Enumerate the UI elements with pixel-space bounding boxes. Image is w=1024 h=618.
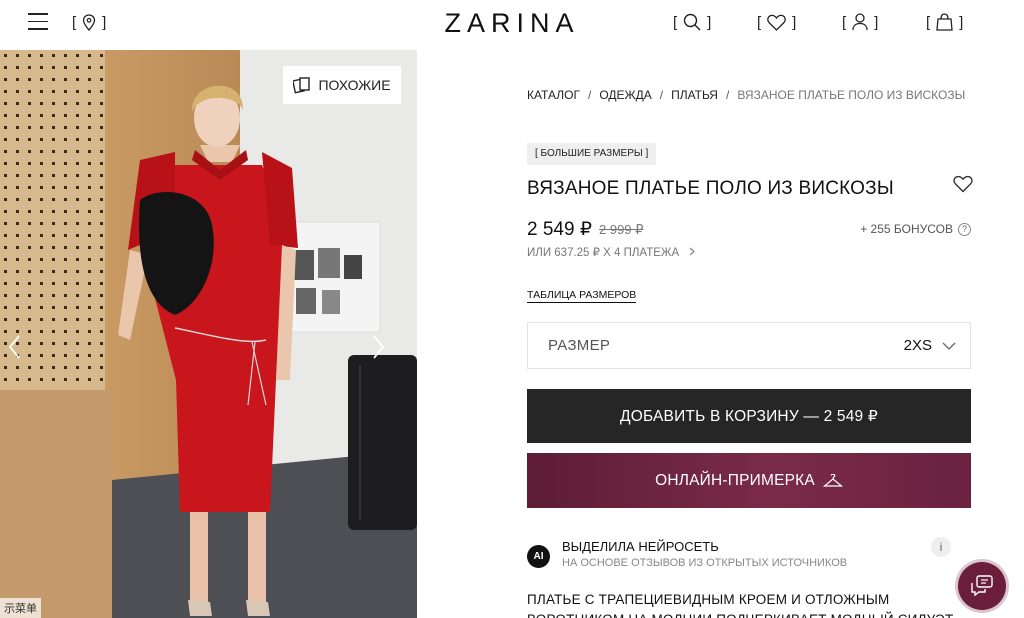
online-tryon-button[interactable]: ОНЛАЙН-ПРИМЕРКА xyxy=(527,453,971,508)
breadcrumb-separator: / xyxy=(587,88,592,102)
favorites-button[interactable]: [ ] xyxy=(757,11,796,33)
watermark-text: 示菜单 xyxy=(0,598,41,618)
current-price: 2 549 ₽ xyxy=(527,219,592,240)
old-price: 2 999 ₽ xyxy=(599,222,644,237)
hanger-icon xyxy=(822,473,843,487)
account-button[interactable]: [ ] xyxy=(842,11,878,33)
similar-icon xyxy=(293,77,311,94)
bonus-text: + 255 БОНУСОВ xyxy=(860,222,953,236)
wishlist-heart-icon[interactable] xyxy=(953,175,973,193)
user-icon xyxy=(852,13,868,31)
bag-icon xyxy=(936,13,953,31)
chevron-down-icon xyxy=(942,342,956,350)
site-header: [ ] ZARINA [ ] [ ] [ ] [ ] xyxy=(0,0,1024,46)
chat-icon xyxy=(971,575,993,597)
size-dropdown[interactable]: РАЗМЕР 2XS xyxy=(527,322,971,369)
chevron-right-icon xyxy=(689,247,696,256)
question-icon[interactable]: ? xyxy=(958,222,971,236)
installments-link[interactable]: ИЛИ 637.25 ₽ X 4 ПЛАТЕЖА xyxy=(527,245,696,259)
product-title: ВЯЗАНОЕ ПЛАТЬЕ ПОЛО ИЗ ВИСКОЗЫ xyxy=(527,178,894,199)
category-badge[interactable]: [ БОЛЬШИЕ РАЗМЕРЫ ] xyxy=(527,143,657,165)
breadcrumb-current: ВЯЗАНОЕ ПЛАТЬЕ ПОЛО ИЗ ВИСКОЗЫ xyxy=(737,88,966,102)
next-arrow-icon[interactable] xyxy=(368,333,388,361)
model-photo-illustration xyxy=(0,50,417,618)
cart-button[interactable]: [ ] xyxy=(926,11,963,33)
add-to-cart-button[interactable]: ДОБАВИТЬ В КОРЗИНУ — 2 549 ₽ xyxy=(527,389,971,443)
search-button[interactable]: [ ] xyxy=(673,11,711,33)
breadcrumb-clothing[interactable]: ОДЕЖДА xyxy=(599,88,651,102)
breadcrumb-dresses[interactable]: ПЛАТЬЯ xyxy=(671,88,718,102)
similar-label: ПОХОЖИЕ xyxy=(318,77,391,93)
bonus-info: + 255 БОНУСОВ ? xyxy=(850,222,971,236)
breadcrumb: КАТАЛОГ / ОДЕЖДА / ПЛАТЬЯ / ВЯЗАНОЕ ПЛАТ… xyxy=(527,88,965,102)
size-value-wrap: 2XS xyxy=(904,337,956,354)
ai-badge-icon: AI xyxy=(527,545,550,568)
size-table-link[interactable]: ТАБЛИЦА РАЗМЕРОВ xyxy=(527,289,637,303)
product-photo[interactable]: ПОХОЖИЕ 示菜单 xyxy=(0,50,417,618)
search-icon xyxy=(683,13,701,31)
tryon-label: ОНЛАЙН-ПРИМЕРКА xyxy=(655,471,815,489)
breadcrumb-separator: / xyxy=(725,88,730,102)
size-label: РАЗМЕР xyxy=(548,337,611,354)
ai-subtitle: НА ОСНОВЕ ОТЗЫВОВ ИЗ ОТКРЫТЫХ ИСТОЧНИКОВ xyxy=(562,557,848,569)
prev-arrow-icon[interactable] xyxy=(5,333,25,361)
info-icon[interactable]: i xyxy=(931,537,951,557)
chat-support-button[interactable] xyxy=(958,562,1006,610)
ai-title: ВЫДЕЛИЛА НЕЙРОСЕТЬ xyxy=(562,539,719,554)
ai-description: ПЛАТЬЕ С ТРАПЕЦИЕВИДНЫМ КРОЕМ И ОТЛОЖНЫМ… xyxy=(527,592,953,618)
installments-text: ИЛИ 637.25 ₽ X 4 ПЛАТЕЖА xyxy=(527,247,680,259)
heart-icon xyxy=(767,14,786,31)
breadcrumb-catalog[interactable]: КАТАЛОГ xyxy=(527,88,580,102)
size-value: 2XS xyxy=(903,337,932,354)
similar-button[interactable]: ПОХОЖИЕ xyxy=(283,66,401,104)
breadcrumb-separator: / xyxy=(659,88,664,102)
